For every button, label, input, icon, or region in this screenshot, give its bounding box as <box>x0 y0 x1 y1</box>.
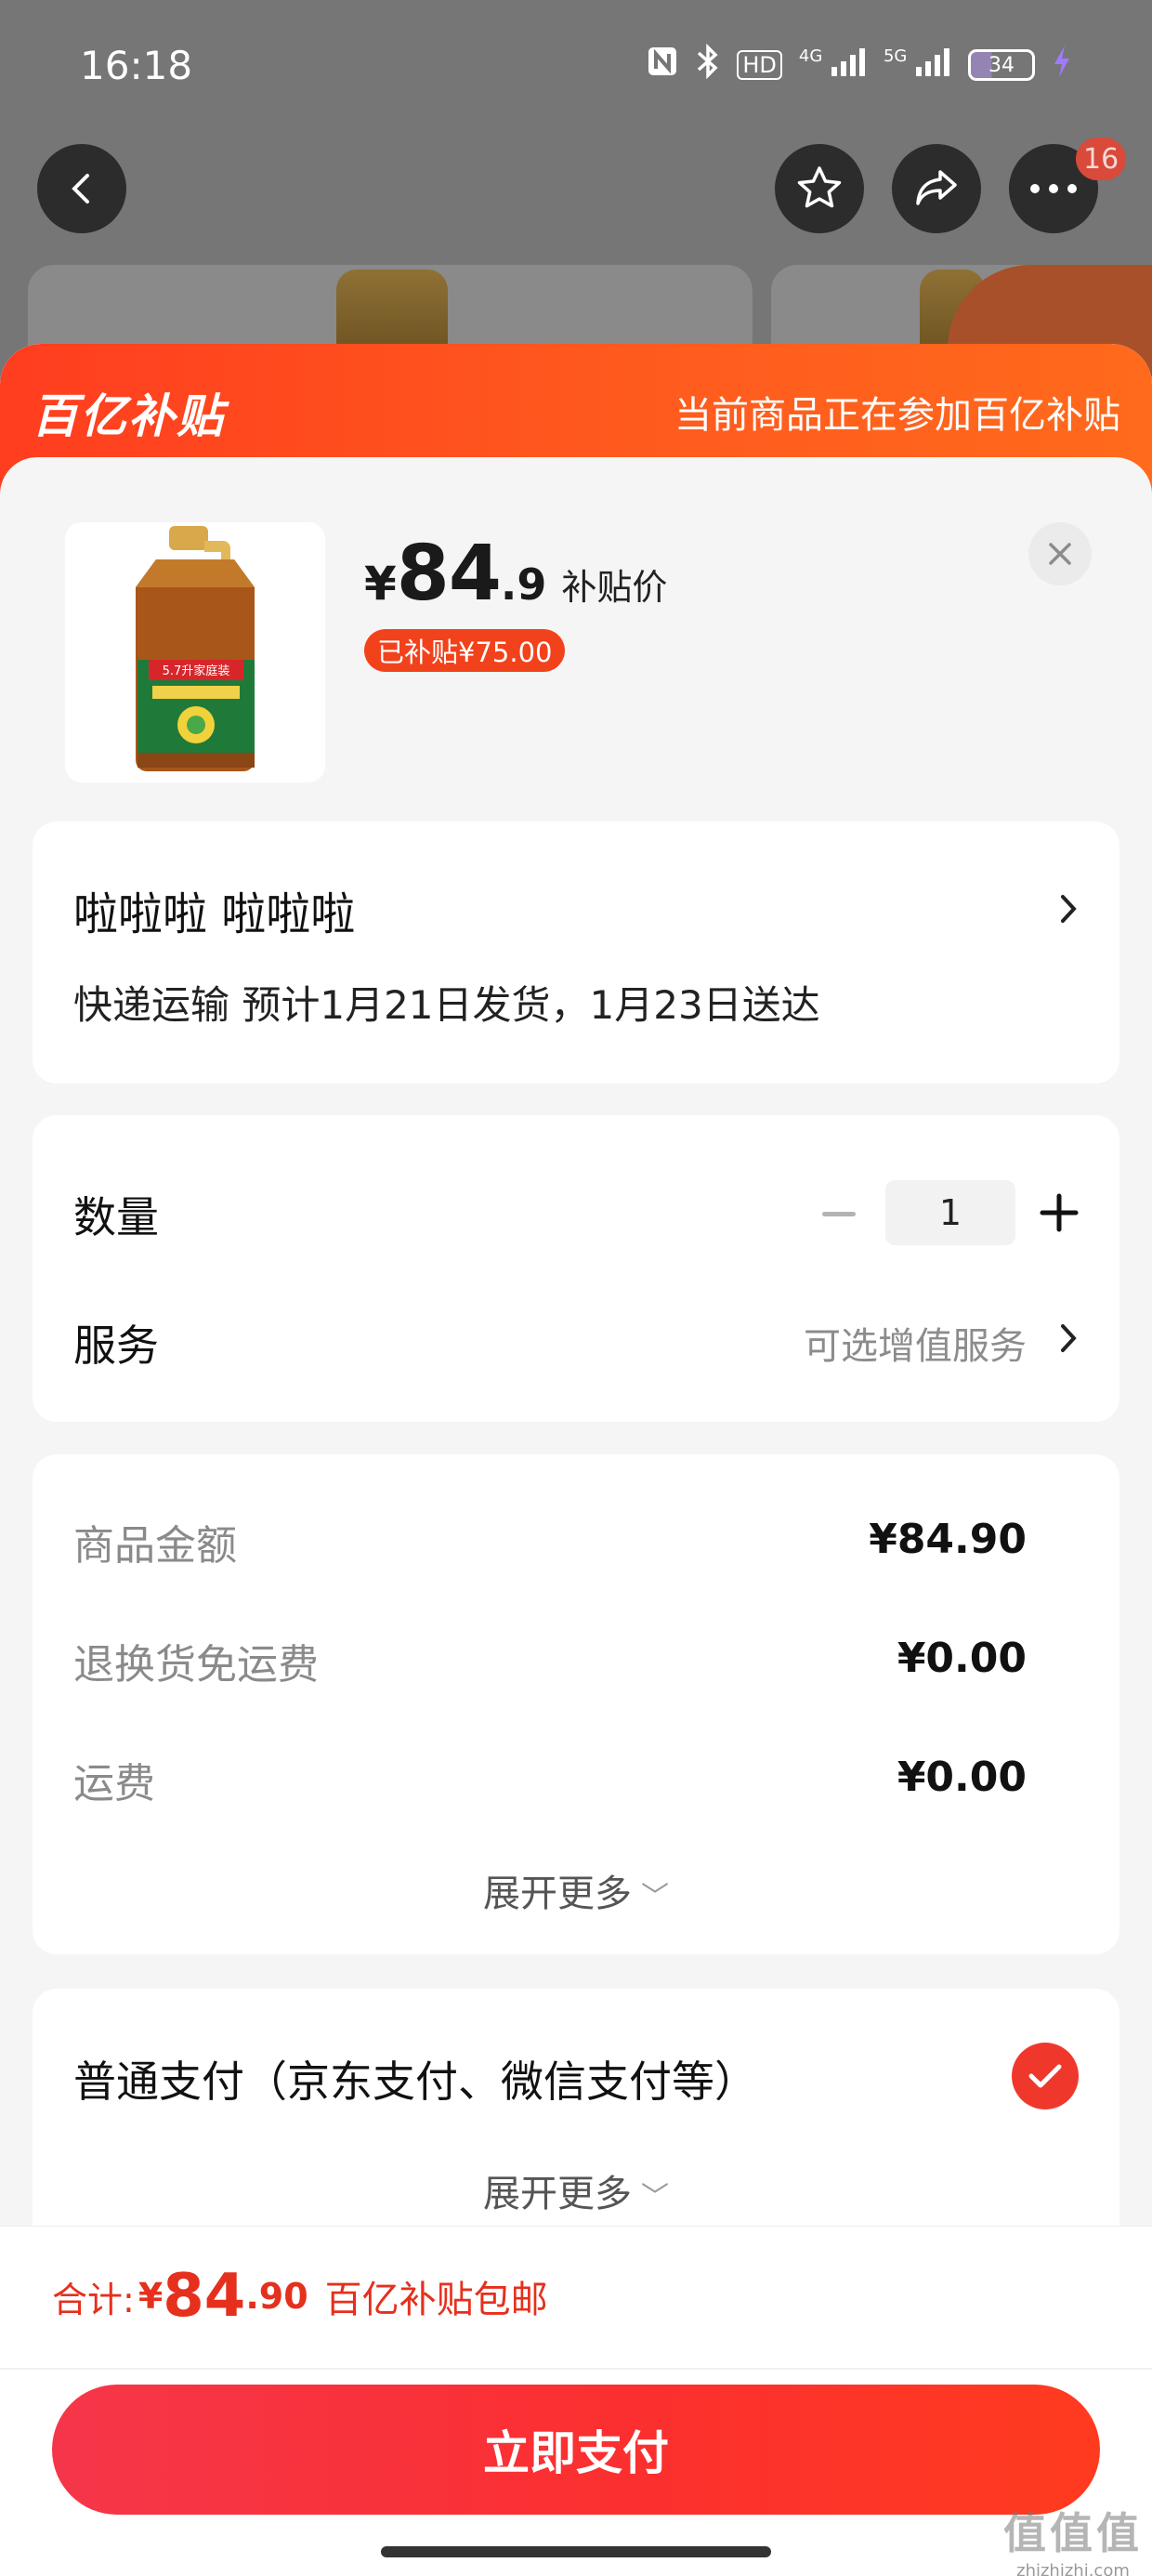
share-button[interactable] <box>892 144 981 233</box>
checkout-footer: 合计: ¥ 84 .90 百亿补贴包邮 立即支付 <box>0 2226 1152 2576</box>
amount-value: ¥0.00 <box>897 1635 1027 1682</box>
amount-label: 运费 <box>73 1760 155 1807</box>
amount-label: 退换货免运费 <box>73 1641 319 1689</box>
chevron-down-icon: ﹀ <box>641 2181 669 2214</box>
order-total: 合计: ¥ 84 .90 百亿补贴包邮 <box>52 2227 548 2366</box>
amount-breakdown-card: 商品金额 ¥84.90 退换货免运费 ¥0.00 运费 ¥0.00 展开更多 ﹀ <box>33 1454 1119 1954</box>
subsidy-banner-text: 当前商品正在参加百亿补贴 <box>674 394 1120 437</box>
price-currency: ¥ <box>364 557 397 611</box>
watermark-logo: 值值值 <box>1003 2508 1143 2558</box>
price-tag: 补贴价 <box>561 567 668 608</box>
price-integer: 84 <box>396 530 502 618</box>
hd-label: HD <box>737 50 782 80</box>
hd-icon: HD <box>737 50 782 80</box>
checkmark-icon <box>1028 2064 1062 2088</box>
notification-badge: 16 <box>1076 138 1127 180</box>
address-card[interactable]: 啦啦啦 啦啦啦 快递运输 预计1月21日发货，1月23日送达 <box>33 821 1119 1084</box>
total-label: 合计: <box>52 2279 135 2320</box>
subsidy-amount-badge: 已补贴¥75.00 <box>364 629 566 672</box>
signal-4g-icon: 4G <box>799 46 867 84</box>
close-button[interactable] <box>1028 522 1092 585</box>
bluetooth-icon <box>696 43 720 86</box>
decrease-quantity-button[interactable] <box>822 1212 856 1216</box>
divider <box>0 2368 1152 2370</box>
close-icon <box>1049 543 1071 565</box>
increase-quantity-button[interactable] <box>1038 1191 1080 1234</box>
payment-selected-check[interactable] <box>1012 2043 1079 2109</box>
product-thumbnail: 5.7升家庭装 <box>65 522 325 782</box>
quantity-label: 数量 <box>73 1192 159 1242</box>
battery-icon: 34 <box>968 49 1035 81</box>
service-label: 服务 <box>73 1321 159 1371</box>
nfc-icon <box>646 45 679 85</box>
battery-level: 34 <box>988 53 1015 77</box>
watermark-url: zhizhizhi.com <box>1016 2561 1130 2576</box>
recipient-name: 啦啦啦 啦啦啦 <box>73 888 356 940</box>
free-shipping-note: 百亿补贴包邮 <box>324 2279 548 2321</box>
chevron-right-icon[interactable] <box>1058 1321 1079 1355</box>
chevron-left-icon <box>72 174 89 204</box>
quantity-input[interactable]: 1 <box>885 1180 1015 1245</box>
more-dots-icon <box>1030 184 1077 193</box>
status-bar: 16:18 HD 4G 5G 34 <box>0 0 1152 130</box>
subsidy-price: ¥ 84 .9 补贴价 <box>364 530 667 618</box>
amount-value: ¥84.90 <box>869 1516 1027 1563</box>
share-icon <box>916 170 957 205</box>
charging-icon <box>1052 44 1072 86</box>
network-5g-label: 5G <box>883 46 908 66</box>
signal-5g-icon: 5G <box>884 46 951 84</box>
payment-method-label[interactable]: 普通支付（京东支付、微信支付等） <box>73 2048 757 2109</box>
expand-amounts-button[interactable]: 展开更多 ﹀ <box>33 1863 1119 1917</box>
back-button[interactable] <box>37 144 126 233</box>
pay-now-button[interactable]: 立即支付 <box>52 2385 1100 2515</box>
status-icons: HD 4G 5G 34 <box>646 43 1072 86</box>
bottle-label: 5.7升家庭装 <box>163 664 230 678</box>
service-value[interactable]: 可选增值服务 <box>804 1316 1027 1370</box>
expand-label: 展开更多 <box>483 2173 632 2215</box>
oil-bottle-image: 5.7升家庭装 <box>136 526 255 771</box>
favorite-button[interactable] <box>775 144 864 233</box>
network-4g-label: 4G <box>798 46 823 66</box>
expand-payment-button[interactable]: 展开更多 ﹀ <box>33 2163 1119 2217</box>
product-summary: 5.7升家庭装 ¥ 84 .9 补贴价 已补贴¥75.00 <box>65 522 1092 782</box>
price-decimal: .9 <box>500 559 547 610</box>
total-decimal: .90 <box>245 2276 308 2317</box>
subsidy-logo: 百亿补贴 <box>32 389 225 443</box>
amount-label: 商品金额 <box>73 1522 237 1570</box>
home-indicator[interactable] <box>381 2546 771 2557</box>
total-integer: 84 <box>163 2262 246 2331</box>
status-time: 16:18 <box>80 42 193 88</box>
chevron-down-icon: ﹀ <box>641 1881 669 1913</box>
chevron-right-icon <box>1061 895 1077 923</box>
watermark: 值值值 zhizhizhi.com <box>1003 2500 1143 2576</box>
amount-value: ¥0.00 <box>897 1754 1027 1801</box>
quantity-service-card: 数量 1 服务 可选增值服务 <box>33 1115 1119 1422</box>
expand-label: 展开更多 <box>483 1873 632 1915</box>
star-icon <box>797 166 842 208</box>
total-currency: ¥ <box>137 2276 164 2317</box>
background-bottle-image <box>336 269 448 353</box>
shipping-estimate: 快递运输 预计1月21日发货，1月23日送达 <box>73 982 820 1028</box>
